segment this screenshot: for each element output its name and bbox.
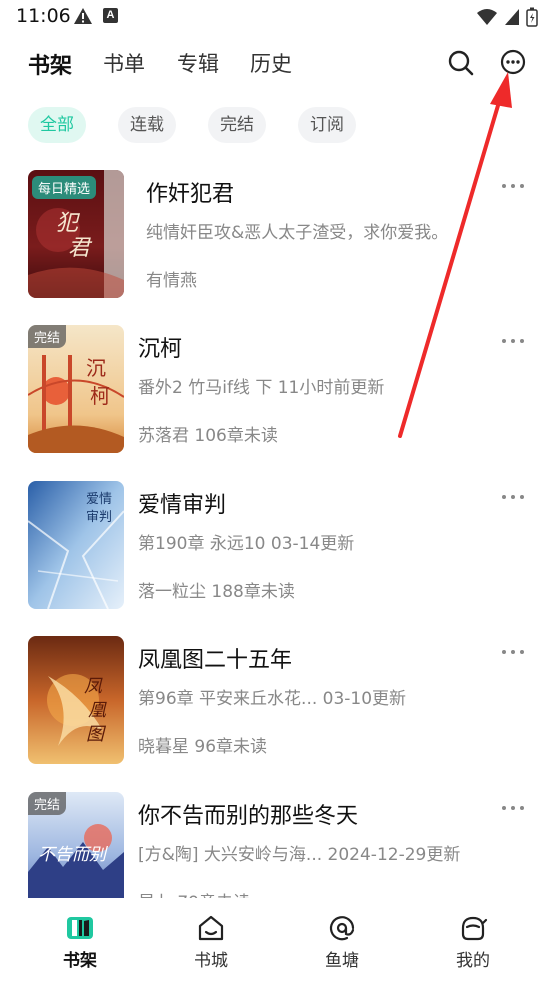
svg-text:凰: 凰 <box>88 700 107 721</box>
bookstore-icon <box>198 915 224 941</box>
book-item[interactable]: 沉 柯 完结 沉柯 番外2 竹马if线 下 11小时前更新 苏落君 106章未读 <box>0 325 554 465</box>
nav-bookstore-label: 书城 <box>194 951 228 971</box>
svg-text:图: 图 <box>86 724 107 745</box>
nav-profile[interactable]: 我的 <box>433 914 513 971</box>
book-title: 爱情审判 <box>138 493 227 518</box>
book-cover[interactable]: 凤 凰 图 <box>28 636 124 764</box>
book-meta: 落一粒尘 188章未读 <box>138 582 295 602</box>
svg-text:君: 君 <box>68 236 93 261</box>
more-options-icon[interactable] <box>500 49 526 79</box>
fishpond-icon <box>329 916 355 941</box>
search-icon[interactable] <box>447 49 475 81</box>
status-bar: 11:06 A <box>0 0 554 34</box>
nav-fishpond-label: 鱼塘 <box>325 951 359 971</box>
book-title: 你不告而别的那些冬天 <box>138 804 359 829</box>
svg-text:爱情: 爱情 <box>86 492 112 507</box>
book-item[interactable]: 爱情 审判 爱情审判 第190章 永远10 03-14更新 落一粒尘 188章未… <box>0 481 554 621</box>
book-meta: 晓暮星 96章未读 <box>138 737 268 757</box>
book-more-icon[interactable] <box>502 493 526 501</box>
book-more-icon[interactable] <box>502 648 526 656</box>
tab-bookshelf[interactable]: 书架 <box>28 48 72 80</box>
book-item[interactable]: 凤 凰 图 凤凰图二十五年 第96章 平安来丘水花... 03-10更新 晓暮星… <box>0 636 554 776</box>
book-more-icon[interactable] <box>502 337 526 345</box>
bottom-nav: 书架 书城 鱼塘 我的 <box>0 898 554 984</box>
wifi-icon <box>476 8 498 30</box>
cover-badge: 每日精选 <box>32 176 97 199</box>
filter-serial-chip[interactable]: 连载 <box>118 107 176 143</box>
book-cover[interactable]: 爱情 审判 <box>28 481 124 609</box>
book-cover[interactable]: 沉 柯 完结 <box>28 325 124 453</box>
tab-album[interactable]: 专辑 <box>177 48 219 78</box>
book-cover[interactable]: 不告而别 完结 <box>28 792 124 898</box>
svg-text:凤: 凤 <box>84 676 103 697</box>
bookshelf-icon <box>67 917 93 939</box>
book-subtitle: 第190章 永远10 03-14更新 <box>138 534 355 554</box>
svg-text:审判: 审判 <box>86 510 112 525</box>
book-meta: 苏落君 106章未读 <box>138 426 278 446</box>
book-cover[interactable]: 犯 君 每日精选 <box>28 170 124 298</box>
status-time: 11:06 <box>16 5 71 27</box>
svg-text:不告而别: 不告而别 <box>38 845 109 865</box>
book-item[interactable]: 不告而别 完结 你不告而别的那些冬天 [方&陶] 大兴安岭与海... 2024-… <box>0 792 554 898</box>
cover-badge: 完结 <box>28 325 67 348</box>
filter-completed-chip[interactable]: 完结 <box>208 107 266 143</box>
book-subtitle: 纯情奸臣攻&恶人太子渣受，求你爱我。 <box>146 223 449 243</box>
nav-fishpond[interactable]: 鱼塘 <box>302 914 382 971</box>
cover-badge: 完结 <box>28 792 67 815</box>
tab-history[interactable]: 历史 <box>250 48 292 78</box>
signal-icon <box>504 8 520 30</box>
book-meta: 有情燕 <box>146 271 197 291</box>
book-title: 沉柯 <box>138 337 183 362</box>
nav-bookshelf[interactable]: 书架 <box>40 914 120 971</box>
battery-icon <box>526 7 538 31</box>
book-more-icon[interactable] <box>502 804 526 812</box>
filter-subscribed-chip[interactable]: 订阅 <box>298 107 356 143</box>
book-more-icon[interactable] <box>502 182 526 190</box>
book-title: 作奸犯君 <box>146 182 235 207</box>
filter-all-chip[interactable]: 全部 <box>28 107 86 143</box>
a-icon: A <box>103 8 118 23</box>
nav-bookstore[interactable]: 书城 <box>171 914 251 971</box>
book-subtitle: 番外2 竹马if线 下 11小时前更新 <box>138 378 385 398</box>
nav-profile-label: 我的 <box>456 951 490 971</box>
nav-bookshelf-label: 书架 <box>63 951 97 971</box>
book-subtitle: [方&陶] 大兴安岭与海... 2024-12-29更新 <box>138 845 461 865</box>
book-title: 凤凰图二十五年 <box>138 648 293 673</box>
warning-icon <box>73 7 93 29</box>
profile-icon <box>461 916 488 941</box>
book-item[interactable]: 犯 君 每日精选 作奸犯君 纯情奸臣攻&恶人太子渣受，求你爱我。 有情燕 <box>0 170 554 310</box>
svg-text:柯: 柯 <box>90 384 110 408</box>
tab-booklist[interactable]: 书单 <box>103 48 145 78</box>
book-meta: 星七 79章未读 <box>138 888 250 898</box>
cover-art-text: 犯 <box>56 211 80 236</box>
book-subtitle: 第96章 平安来丘水花... 03-10更新 <box>138 689 407 709</box>
svg-text:沉: 沉 <box>86 356 106 380</box>
